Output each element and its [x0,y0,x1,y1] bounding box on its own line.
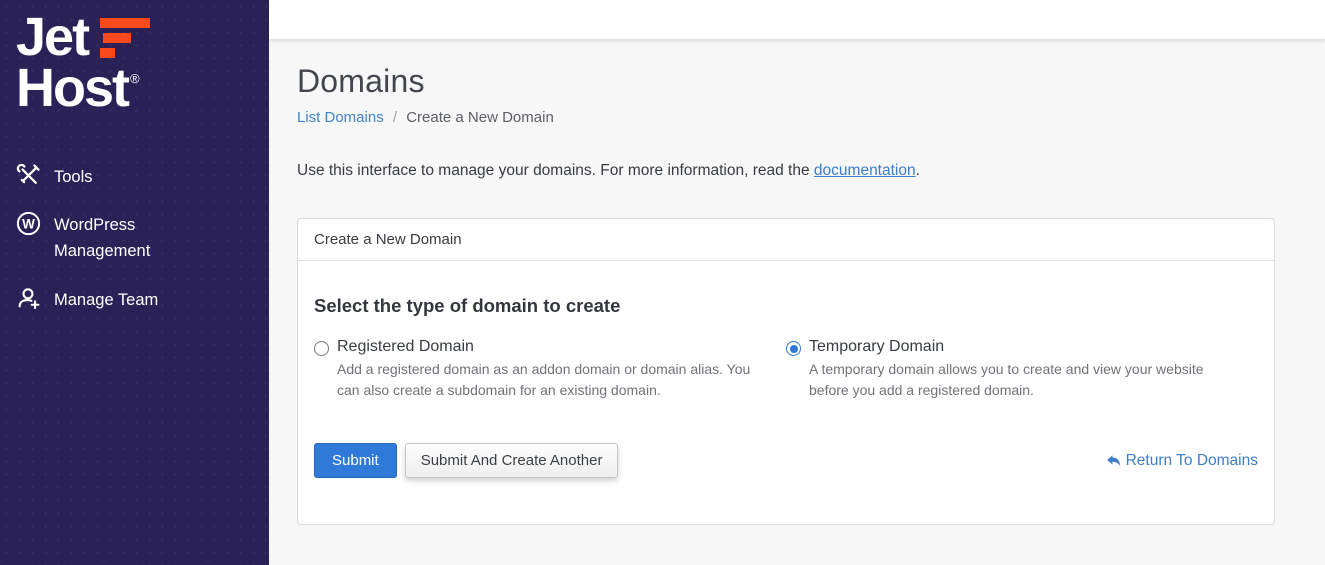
svg-text:W: W [22,216,35,231]
main-area: Domains List Domains / Create a New Doma… [269,0,1325,565]
jethost-logo[interactable]: Jet Host ® [0,0,269,115]
breadcrumb-link-list-domains[interactable]: List Domains [297,109,384,126]
return-link-label: Return To Domains [1125,451,1258,469]
intro-text-after: . [915,162,920,179]
option-label[interactable]: Temporary Domain [809,338,1258,356]
content-area: Domains List Domains / Create a New Doma… [269,39,1325,565]
submit-and-create-another-button[interactable]: Submit And Create Another [404,443,619,478]
documentation-link[interactable]: documentation [814,162,916,179]
sidebar-item-label: Tools [54,167,93,186]
create-domain-panel: Create a New Domain Select the type of d… [297,218,1275,525]
radio-registered-domain[interactable] [314,341,329,356]
domain-type-options: Registered Domain Add a registered domai… [314,338,1258,401]
logo-text-jet: Jet [16,7,90,67]
sidebar-nav: Tools W WordPress Management Manage Team [0,153,269,325]
sidebar-item-label: Manage Team [54,290,159,309]
logo-flag-icon [100,17,151,58]
sidebar-item-label: WordPress Management [54,215,151,261]
breadcrumb: List Domains / Create a New Domain [297,109,1275,126]
add-user-icon [16,286,41,311]
sidebar-item-tools[interactable]: Tools [14,153,255,201]
option-temporary-domain[interactable]: Temporary Domain A temporary domain allo… [786,338,1258,401]
option-registered-domain[interactable]: Registered Domain Add a registered domai… [314,338,786,401]
actions-row: Submit Submit And Create Another Return … [314,443,1258,478]
section-title: Select the type of domain to create [314,295,621,316]
page-title: Domains [297,63,425,99]
tools-icon [16,163,41,188]
wordpress-icon: W [16,211,41,236]
sidebar-item-manage-team[interactable]: Manage Team [14,276,255,324]
option-label[interactable]: Registered Domain [337,338,786,356]
breadcrumb-separator: / [392,109,398,126]
sidebar-item-wordpress-management[interactable]: W WordPress Management [14,201,255,276]
registered-trademark: ® [130,71,140,87]
intro-text: Use this interface to manage your domain… [297,162,1275,180]
return-to-domains-link[interactable]: Return To Domains [1106,452,1258,470]
submit-button[interactable]: Submit [314,443,397,478]
radio-temporary-domain[interactable] [786,341,801,356]
panel-header: Create a New Domain [298,219,1274,261]
option-description: Add a registered domain as an addon doma… [337,361,751,398]
option-description: A temporary domain allows you to create … [809,361,1204,398]
sidebar: Jet Host ® Tools W WordPress Management … [0,0,269,565]
logo-text-host: Host [16,58,130,119]
breadcrumb-current: Create a New Domain [406,109,554,126]
top-bar [269,0,1325,39]
panel-body: Select the type of domain to create Regi… [298,261,1274,524]
intro-text-before: Use this interface to manage your domain… [297,162,814,179]
reply-arrow-icon [1106,455,1120,466]
